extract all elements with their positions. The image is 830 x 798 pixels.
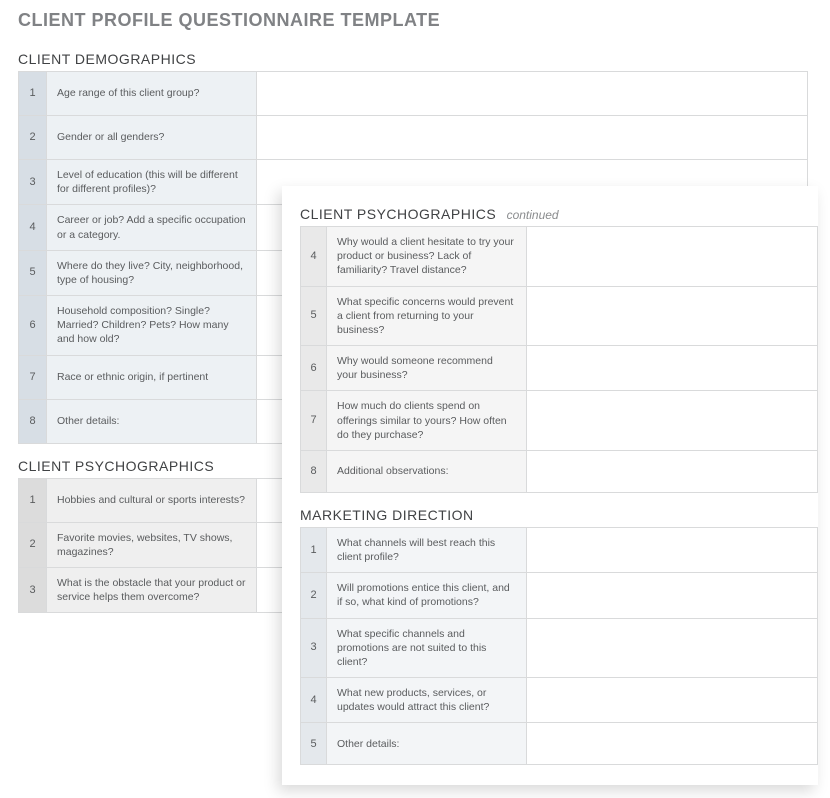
table-row: 6Why would someone recommend your busine… (301, 346, 818, 391)
row-number: 3 (19, 567, 47, 612)
row-number: 1 (301, 527, 327, 572)
row-number: 3 (301, 618, 327, 678)
row-question: What new products, services, or updates … (327, 678, 527, 723)
row-question: Hobbies and cultural or sports interests… (47, 478, 257, 522)
row-question: Why would a client hesitate to try your … (327, 227, 527, 287)
row-question: Gender or all genders? (47, 116, 257, 160)
row-answer-cell[interactable] (527, 573, 818, 618)
row-answer-cell[interactable] (527, 678, 818, 723)
row-number: 8 (19, 399, 47, 443)
table-marketing: 1What channels will best reach this clie… (300, 527, 818, 766)
table-row: 7How much do clients spend on offerings … (301, 391, 818, 451)
row-number: 5 (19, 250, 47, 295)
row-question: What specific channels and promotions ar… (327, 618, 527, 678)
row-question: What channels will best reach this clien… (327, 527, 527, 572)
row-number: 7 (19, 355, 47, 399)
table-row: 8Additional observations: (301, 450, 818, 492)
row-number: 3 (19, 160, 47, 205)
row-number: 8 (301, 450, 327, 492)
row-answer-cell[interactable] (527, 227, 818, 287)
table-row: 4Why would a client hesitate to try your… (301, 227, 818, 287)
row-answer-cell[interactable] (527, 346, 818, 391)
row-answer-cell[interactable] (257, 72, 808, 116)
row-question: Age range of this client group? (47, 72, 257, 116)
table-row: 2Gender or all genders? (19, 116, 808, 160)
row-number: 7 (301, 391, 327, 451)
row-question: Household composition? Single? Married? … (47, 296, 257, 356)
document-title: CLIENT PROFILE QUESTIONNAIRE TEMPLATE (18, 10, 808, 31)
row-question: What is the obstacle that your product o… (47, 567, 257, 612)
continued-label: continued (507, 208, 559, 222)
row-question: Other details: (47, 399, 257, 443)
row-question: Other details: (327, 723, 527, 765)
row-answer-cell[interactable] (527, 286, 818, 346)
row-question: Race or ethnic origin, if pertinent (47, 355, 257, 399)
row-question: What specific concerns would prevent a c… (327, 286, 527, 346)
table-row: 4What new products, services, or updates… (301, 678, 818, 723)
row-question: Level of education (this will be differe… (47, 160, 257, 205)
table-row: 5What specific concerns would prevent a … (301, 286, 818, 346)
row-number: 6 (19, 296, 47, 356)
row-question: Where do they live? City, neighborhood, … (47, 250, 257, 295)
page-2: CLIENT PSYCHOGRAPHICS continued 4Why wou… (282, 186, 818, 785)
row-answer-cell[interactable] (527, 618, 818, 678)
row-number: 5 (301, 286, 327, 346)
table-row: 1Age range of this client group? (19, 72, 808, 116)
table-row: 3What specific channels and promotions a… (301, 618, 818, 678)
row-number: 4 (19, 205, 47, 250)
row-question: Will promotions entice this client, and … (327, 573, 527, 618)
row-question: How much do clients spend on offerings s… (327, 391, 527, 451)
table-psychographics-b: 4Why would a client hesitate to try your… (300, 226, 818, 493)
section-title-demographics: CLIENT DEMOGRAPHICS (18, 51, 808, 67)
row-question: Favorite movies, websites, TV shows, mag… (47, 522, 257, 567)
table-row: 5Other details: (301, 723, 818, 765)
row-number: 1 (19, 72, 47, 116)
row-number: 1 (19, 478, 47, 522)
row-number: 2 (19, 522, 47, 567)
row-question: Why would someone recommend your busines… (327, 346, 527, 391)
section-title-marketing: MARKETING DIRECTION (300, 507, 818, 523)
table-row: 2Will promotions entice this client, and… (301, 573, 818, 618)
row-question: Career or job? Add a specific occupation… (47, 205, 257, 250)
row-number: 6 (301, 346, 327, 391)
row-number: 2 (301, 573, 327, 618)
row-answer-cell[interactable] (527, 450, 818, 492)
table-row: 1What channels will best reach this clie… (301, 527, 818, 572)
row-number: 2 (19, 116, 47, 160)
section-title-psychographics-cont: CLIENT PSYCHOGRAPHICS continued (300, 206, 818, 222)
row-number: 5 (301, 723, 327, 765)
row-number: 4 (301, 227, 327, 287)
row-answer-cell[interactable] (527, 391, 818, 451)
row-question: Additional observations: (327, 450, 527, 492)
row-answer-cell[interactable] (257, 116, 808, 160)
row-answer-cell[interactable] (527, 723, 818, 765)
row-number: 4 (301, 678, 327, 723)
row-answer-cell[interactable] (527, 527, 818, 572)
section-title-text: CLIENT PSYCHOGRAPHICS (300, 206, 496, 222)
